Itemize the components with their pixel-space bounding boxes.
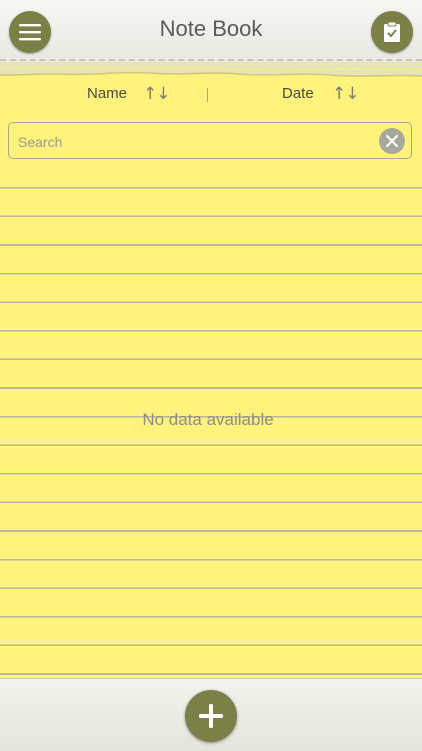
sort-by-name-label[interactable]: Name [87,85,127,102]
search-input[interactable] [16,123,380,160]
clear-search-button[interactable] [379,128,405,154]
app-header: Note Book [0,0,422,63]
search-box [8,122,412,160]
close-icon [385,134,399,148]
plus-icon [199,704,223,728]
clipboard-button[interactable] [371,11,413,53]
sort-divider [207,88,208,102]
empty-list-message: No data available [142,410,274,429]
clipboard-check-icon [384,21,400,42]
header-stitch [0,59,422,61]
sort-bar: Name ↑↓ Date ↑↓ [0,80,422,110]
add-note-button[interactable] [185,690,237,742]
sort-by-date-arrows-icon[interactable]: ↑↓ [332,84,359,104]
torn-paper-edge [0,62,422,77]
sort-by-name-arrows-icon[interactable]: ↑↓ [143,84,170,104]
sort-by-date-label[interactable]: Date [282,85,314,102]
app-footer [0,678,422,751]
page-title: Note Book [159,16,263,41]
